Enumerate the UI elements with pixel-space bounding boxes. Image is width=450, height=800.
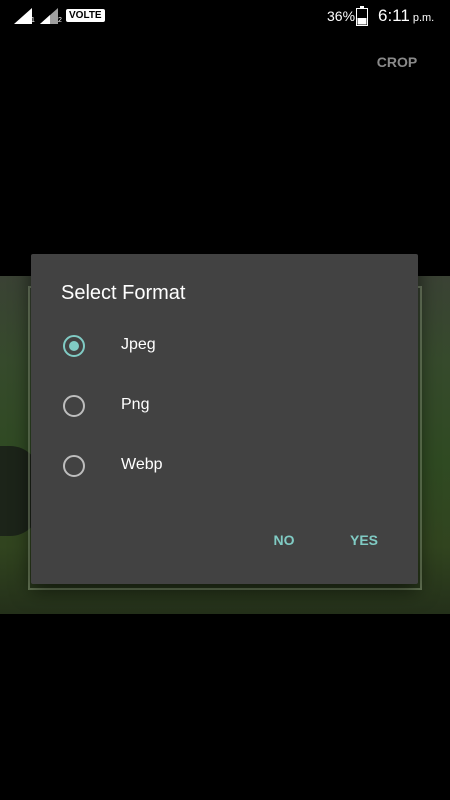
- clock-ampm: p.m.: [412, 12, 435, 24]
- crop-button[interactable]: CROP: [372, 50, 422, 74]
- dialog-title: Select Format: [61, 282, 186, 304]
- volte-badge: VOLTE: [66, 9, 105, 22]
- radio-unchecked-icon[interactable]: [63, 455, 85, 477]
- signal-icon: [14, 8, 32, 24]
- radio-checked-icon[interactable]: [63, 335, 85, 357]
- battery-percent: 36%: [327, 8, 356, 24]
- clock-time: 6:11: [378, 6, 410, 25]
- option-webp[interactable]: Webp: [31, 440, 418, 496]
- no-button[interactable]: NO: [263, 525, 305, 555]
- battery-icon: [356, 6, 368, 26]
- sim1-number: 1: [31, 17, 35, 24]
- signal-icon: [40, 8, 58, 24]
- status-bar: 1 2 VOLTE 36% 6:11 p.m.: [0, 0, 450, 32]
- option-jpeg[interactable]: Jpeg: [31, 320, 418, 376]
- yes-button[interactable]: YES: [344, 525, 384, 555]
- option-png[interactable]: Png: [31, 380, 418, 436]
- clock: 6:11 p.m.: [378, 6, 434, 26]
- select-format-dialog: Select Format Jpeg Png Webp NO YES: [31, 254, 418, 584]
- sim2-number: 2: [58, 17, 62, 24]
- option-label: Jpeg: [121, 336, 156, 353]
- radio-unchecked-icon[interactable]: [63, 395, 85, 417]
- option-label: Webp: [121, 456, 163, 473]
- option-label: Png: [121, 396, 150, 413]
